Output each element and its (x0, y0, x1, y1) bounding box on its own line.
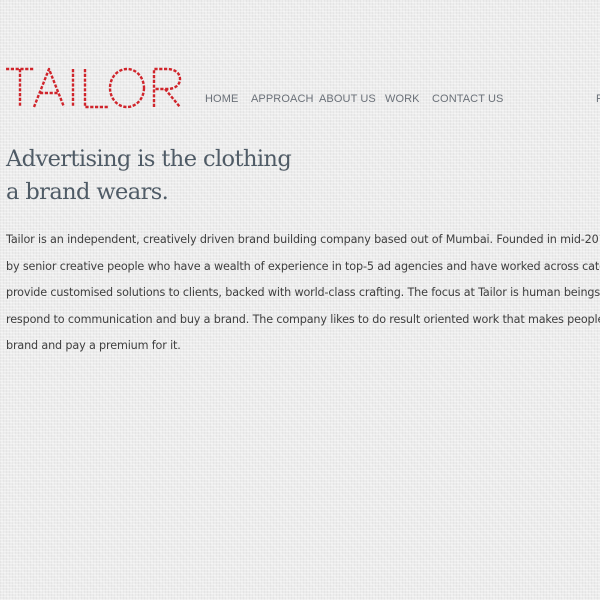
intro-line-4: respond to communication and buy a brand… (6, 312, 600, 326)
nav-work[interactable]: WORK (385, 93, 420, 105)
headline-line-2: a brand wears. (6, 179, 169, 205)
nav-home[interactable]: HOME (205, 93, 238, 105)
nav-approach[interactable]: APPROACH (251, 93, 314, 105)
intro-line-3: provide customised solutions to clients,… (6, 286, 600, 299)
intro-line-1: Tailor is an independent, creatively dri… (6, 233, 600, 246)
nav-item-cut-off[interactable]: F (596, 93, 600, 105)
headline-line-1: Advertising is the clothing (6, 146, 292, 172)
intro-line-5: brand and pay a premium for it. (6, 339, 181, 352)
intro-paragraph: Tailor is an independent, creatively dri… (6, 227, 600, 360)
page-headline: Advertising is the clothing a brand wear… (6, 143, 292, 209)
intro-line-2: by senior creative people who have a wea… (6, 259, 600, 273)
nav-contact-us[interactable]: CONTACT US (432, 93, 504, 105)
nav-about-us[interactable]: ABOUT US (319, 93, 376, 105)
logo[interactable] (4, 60, 182, 114)
logo-stitched-lettering (6, 67, 182, 109)
